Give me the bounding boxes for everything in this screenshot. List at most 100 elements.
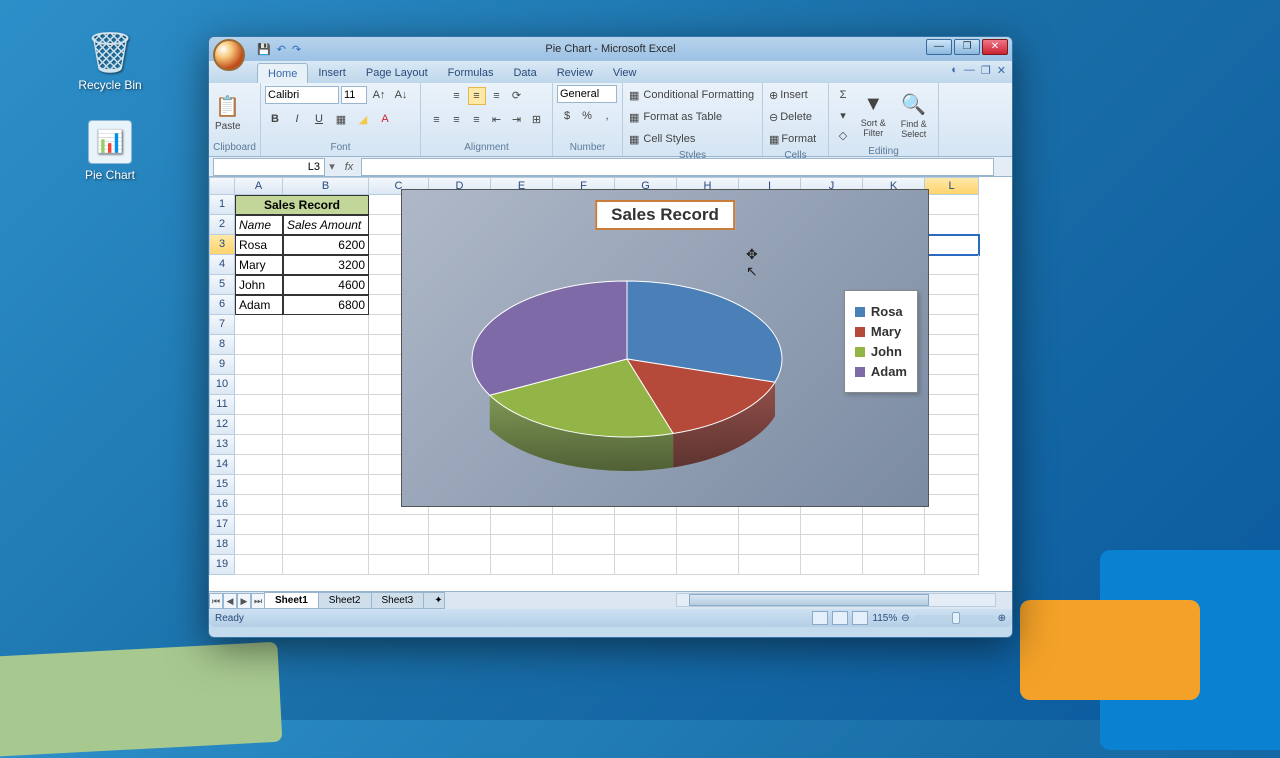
cell-B2[interactable]: Sales Amount bbox=[283, 215, 369, 235]
cell-B15[interactable] bbox=[283, 475, 369, 495]
cell-F19[interactable] bbox=[553, 555, 615, 575]
cell-L10[interactable] bbox=[925, 375, 979, 395]
fill-color-button[interactable]: ◢ bbox=[354, 110, 372, 128]
cell-B10[interactable] bbox=[283, 375, 369, 395]
cell-L14[interactable] bbox=[925, 455, 979, 475]
cell-L16[interactable] bbox=[925, 495, 979, 515]
minimize-button[interactable]: — bbox=[926, 39, 952, 55]
cell-L12[interactable] bbox=[925, 415, 979, 435]
cell-L1[interactable] bbox=[925, 195, 979, 215]
cell-A17[interactable] bbox=[235, 515, 283, 535]
merge-icon[interactable]: ⊞ bbox=[528, 111, 546, 129]
cell-A10[interactable] bbox=[235, 375, 283, 395]
cell-A14[interactable] bbox=[235, 455, 283, 475]
cell-K17[interactable] bbox=[863, 515, 925, 535]
namebox-dropdown-icon[interactable]: ▾ bbox=[325, 160, 339, 173]
cell-C19[interactable] bbox=[369, 555, 429, 575]
sheet-tab-sheet3[interactable]: Sheet3 bbox=[371, 592, 425, 609]
row-header-7[interactable]: 7 bbox=[209, 315, 235, 335]
border-button[interactable]: ▦ bbox=[332, 110, 350, 128]
cell-L11[interactable] bbox=[925, 395, 979, 415]
cell-I17[interactable] bbox=[739, 515, 801, 535]
row-header-17[interactable]: 17 bbox=[209, 515, 235, 535]
cell-H17[interactable] bbox=[677, 515, 739, 535]
cell-I18[interactable] bbox=[739, 535, 801, 555]
cell-A6[interactable]: Adam bbox=[235, 295, 283, 315]
legend-item-adam[interactable]: Adam bbox=[855, 364, 907, 379]
underline-button[interactable]: U bbox=[310, 110, 328, 128]
cell-B18[interactable] bbox=[283, 535, 369, 555]
chart-legend[interactable]: RosaMaryJohnAdam bbox=[844, 290, 918, 393]
align-left-icon[interactable]: ≡ bbox=[428, 111, 446, 129]
pie-chart-plot[interactable] bbox=[462, 254, 792, 484]
indent-inc-icon[interactable]: ⇥ bbox=[508, 111, 526, 129]
col-header-B[interactable]: B bbox=[283, 177, 369, 195]
cell-B9[interactable] bbox=[283, 355, 369, 375]
find-select-button[interactable]: 🔍Find & Select bbox=[894, 88, 933, 142]
zoom-out-button[interactable]: ⊖ bbox=[901, 613, 909, 624]
cell-E17[interactable] bbox=[491, 515, 553, 535]
row-header-4[interactable]: 4 bbox=[209, 255, 235, 275]
qa-save-icon[interactable]: 💾 bbox=[257, 43, 271, 56]
row-header-8[interactable]: 8 bbox=[209, 335, 235, 355]
cell-A11[interactable] bbox=[235, 395, 283, 415]
cell-B14[interactable] bbox=[283, 455, 369, 475]
cell-D19[interactable] bbox=[429, 555, 491, 575]
worksheet-grid[interactable]: ABCDEFGHIJKL1Sales Record2NameSales Amou… bbox=[209, 177, 1012, 591]
fill-icon[interactable]: ▾ bbox=[834, 106, 852, 124]
cell-J19[interactable] bbox=[801, 555, 863, 575]
orientation-icon[interactable]: ⟳ bbox=[508, 86, 526, 104]
font-size-select[interactable] bbox=[341, 86, 367, 104]
autosum-icon[interactable]: Σ bbox=[834, 86, 852, 104]
row-header-3[interactable]: 3 bbox=[209, 235, 235, 255]
row-header-1[interactable]: 1 bbox=[209, 195, 235, 215]
cell-L8[interactable] bbox=[925, 335, 979, 355]
cell-H18[interactable] bbox=[677, 535, 739, 555]
cell-B3[interactable]: 6200 bbox=[283, 235, 369, 255]
delete-cells-button[interactable]: ⊖Delete bbox=[768, 108, 824, 126]
col-header-A[interactable]: A bbox=[235, 177, 283, 195]
row-header-2[interactable]: 2 bbox=[209, 215, 235, 235]
shrink-font-icon[interactable]: A↓ bbox=[392, 86, 410, 104]
cell-B13[interactable] bbox=[283, 435, 369, 455]
cell-F18[interactable] bbox=[553, 535, 615, 555]
cell-J18[interactable] bbox=[801, 535, 863, 555]
name-box[interactable]: L3 bbox=[213, 158, 325, 176]
cell-K18[interactable] bbox=[863, 535, 925, 555]
sheet-nav-first-icon[interactable]: ⏮ bbox=[209, 593, 223, 609]
office-button[interactable] bbox=[213, 39, 245, 71]
number-format-select[interactable] bbox=[557, 85, 617, 103]
align-top-icon[interactable]: ≡ bbox=[448, 87, 466, 105]
maximize-button[interactable]: ❐ bbox=[954, 39, 980, 55]
row-header-15[interactable]: 15 bbox=[209, 475, 235, 495]
sort-filter-button[interactable]: ▼Sort & Filter bbox=[856, 88, 890, 142]
cell-C17[interactable] bbox=[369, 515, 429, 535]
row-header-14[interactable]: 14 bbox=[209, 455, 235, 475]
close-button[interactable]: ✕ bbox=[982, 39, 1008, 55]
ribbon-tab-formulas[interactable]: Formulas bbox=[438, 63, 504, 83]
comma-icon[interactable]: , bbox=[598, 107, 616, 125]
cell-L13[interactable] bbox=[925, 435, 979, 455]
align-right-icon[interactable]: ≡ bbox=[468, 111, 486, 129]
ribbon-tab-home[interactable]: Home bbox=[257, 63, 308, 83]
doc-restore-icon[interactable]: ❐ bbox=[981, 64, 991, 77]
cell-A7[interactable] bbox=[235, 315, 283, 335]
clear-icon[interactable]: ◇ bbox=[834, 126, 852, 144]
align-bot-icon[interactable]: ≡ bbox=[488, 87, 506, 105]
formula-bar[interactable] bbox=[361, 158, 994, 176]
cell-G19[interactable] bbox=[615, 555, 677, 575]
ribbon-tab-review[interactable]: Review bbox=[547, 63, 603, 83]
cell-B8[interactable] bbox=[283, 335, 369, 355]
cell-F17[interactable] bbox=[553, 515, 615, 535]
cell-L18[interactable] bbox=[925, 535, 979, 555]
format-table-button[interactable]: ▦Format as Table bbox=[628, 108, 758, 126]
ribbon-tab-data[interactable]: Data bbox=[503, 63, 546, 83]
horizontal-scrollbar[interactable] bbox=[676, 593, 996, 607]
cell-L4[interactable] bbox=[925, 255, 979, 275]
cell-A18[interactable] bbox=[235, 535, 283, 555]
cell-L3[interactable] bbox=[925, 235, 979, 255]
format-cells-button[interactable]: ▦Format bbox=[768, 130, 824, 148]
ribbon-tab-view[interactable]: View bbox=[603, 63, 647, 83]
align-center-icon[interactable]: ≡ bbox=[448, 111, 466, 129]
cell-A8[interactable] bbox=[235, 335, 283, 355]
